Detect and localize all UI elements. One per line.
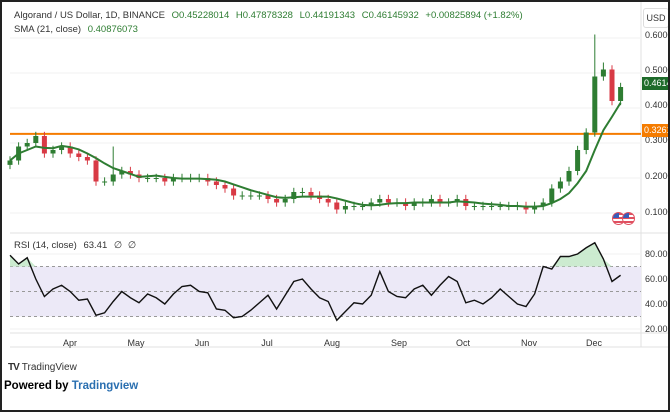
candle-body (609, 69, 615, 101)
rsi-tick: 60.00 (645, 274, 668, 284)
candle-body (222, 185, 228, 189)
candle-body (557, 181, 563, 189)
rsi-legend[interactable]: RSI (14, close) 63.41 ∅ ∅ (14, 240, 136, 251)
rsi-tick: 80.00 (645, 249, 668, 259)
ohlc-legend: Algorand / US Dollar, 1D, BINANCE O0.452… (14, 10, 523, 21)
close-value: C0.46145932 (361, 10, 419, 21)
price-tick: 0.20000 (645, 171, 668, 181)
price-tick: 0.10000 (645, 207, 668, 217)
candle-body (618, 87, 624, 101)
level-price-tag: 0.32612 (642, 124, 668, 137)
candle-body (592, 76, 598, 133)
candle-body (575, 150, 581, 171)
tv-logo-icon: TV (8, 362, 20, 373)
candle-body (153, 178, 159, 179)
candle-body (231, 188, 237, 196)
candle-body (489, 206, 495, 207)
candle-body (145, 178, 151, 179)
low-value: L0.44191343 (299, 10, 356, 21)
candle-body (308, 192, 314, 196)
candle-body (33, 136, 39, 143)
candle-body (351, 206, 357, 207)
candle-body (239, 195, 245, 197)
candle-body (566, 171, 572, 182)
sma-legend[interactable]: SMA (21, close) 0.40876073 (14, 24, 138, 35)
rsi-extra-2: ∅ (127, 240, 137, 251)
candle-body (480, 206, 486, 207)
rsi-tick: 20.00 (645, 324, 668, 334)
candle-body (471, 206, 477, 207)
rsi-label: RSI (14, close) (14, 240, 77, 251)
tradingview-logo[interactable]: TV TradingView (8, 362, 77, 373)
candle-body (102, 181, 108, 183)
candle-body (110, 174, 116, 182)
candle-body (76, 153, 82, 157)
price-tick: 0.40000 (645, 100, 668, 110)
month-label: Jul (261, 338, 273, 348)
candle-body (360, 206, 366, 207)
rsi-extra-1: ∅ (113, 240, 123, 251)
month-label: Nov (520, 338, 538, 348)
candle-body (299, 192, 305, 193)
sma-line (9, 102, 622, 208)
sma-label: SMA (21, close) (14, 24, 82, 35)
month-label: Dec (585, 338, 603, 348)
change-value: +0.00825894 (+1.82%) (425, 10, 523, 21)
powered-by-text: Powered by Tradingview (4, 380, 138, 392)
candle-body (93, 160, 99, 182)
candle-body (256, 195, 262, 197)
candle-body (24, 143, 30, 147)
rsi-value: 63.41 (83, 240, 108, 251)
candle-body (334, 202, 340, 210)
candle-body (282, 199, 288, 203)
month-label: Jun (194, 338, 210, 348)
candle-body (213, 181, 219, 185)
chart-window: Algorand / US Dollar, 1D, BINANCE O0.452… (0, 0, 670, 412)
rsi-tick: 40.00 (645, 299, 668, 309)
price-tick: 0.60000 (645, 30, 668, 40)
price-tick: 0.50000 (645, 65, 668, 75)
events-icons[interactable] (612, 212, 635, 225)
tradingview-logo-text: TradingView (21, 362, 77, 373)
candle-body (274, 199, 280, 203)
month-label: Apr (62, 338, 78, 348)
month-label: May (127, 338, 145, 348)
candle-body (50, 150, 56, 154)
us-flag-icon[interactable] (622, 212, 635, 225)
chart-canvas[interactable] (2, 2, 670, 412)
sma-value: 0.40876073 (87, 24, 138, 35)
candle-body (162, 178, 168, 182)
candle-body (41, 136, 47, 154)
open-value: O0.45228014 (171, 10, 230, 21)
candle-body (248, 195, 254, 197)
candle-body (84, 157, 90, 161)
month-label: Oct (455, 338, 471, 348)
powered-prefix: Powered by (4, 380, 69, 392)
candle-body (7, 160, 13, 165)
high-value: H0.47878328 (235, 10, 293, 21)
candle-body (549, 188, 555, 203)
candle-body (385, 199, 391, 203)
candle-body (497, 206, 503, 207)
candle-body (325, 199, 331, 203)
currency-button[interactable]: USD (643, 8, 668, 28)
candle-body (583, 132, 589, 150)
candle-body (342, 206, 348, 210)
candle-body (377, 199, 383, 203)
last-price-tag: 0.46145 (642, 77, 668, 90)
month-label: Aug (323, 338, 341, 348)
powered-brand-link[interactable]: Tradingview (72, 380, 138, 392)
month-label: Sep (390, 338, 408, 348)
candle-body (600, 69, 606, 77)
symbol-title: Algorand / US Dollar, 1D, BINANCE (14, 10, 166, 21)
